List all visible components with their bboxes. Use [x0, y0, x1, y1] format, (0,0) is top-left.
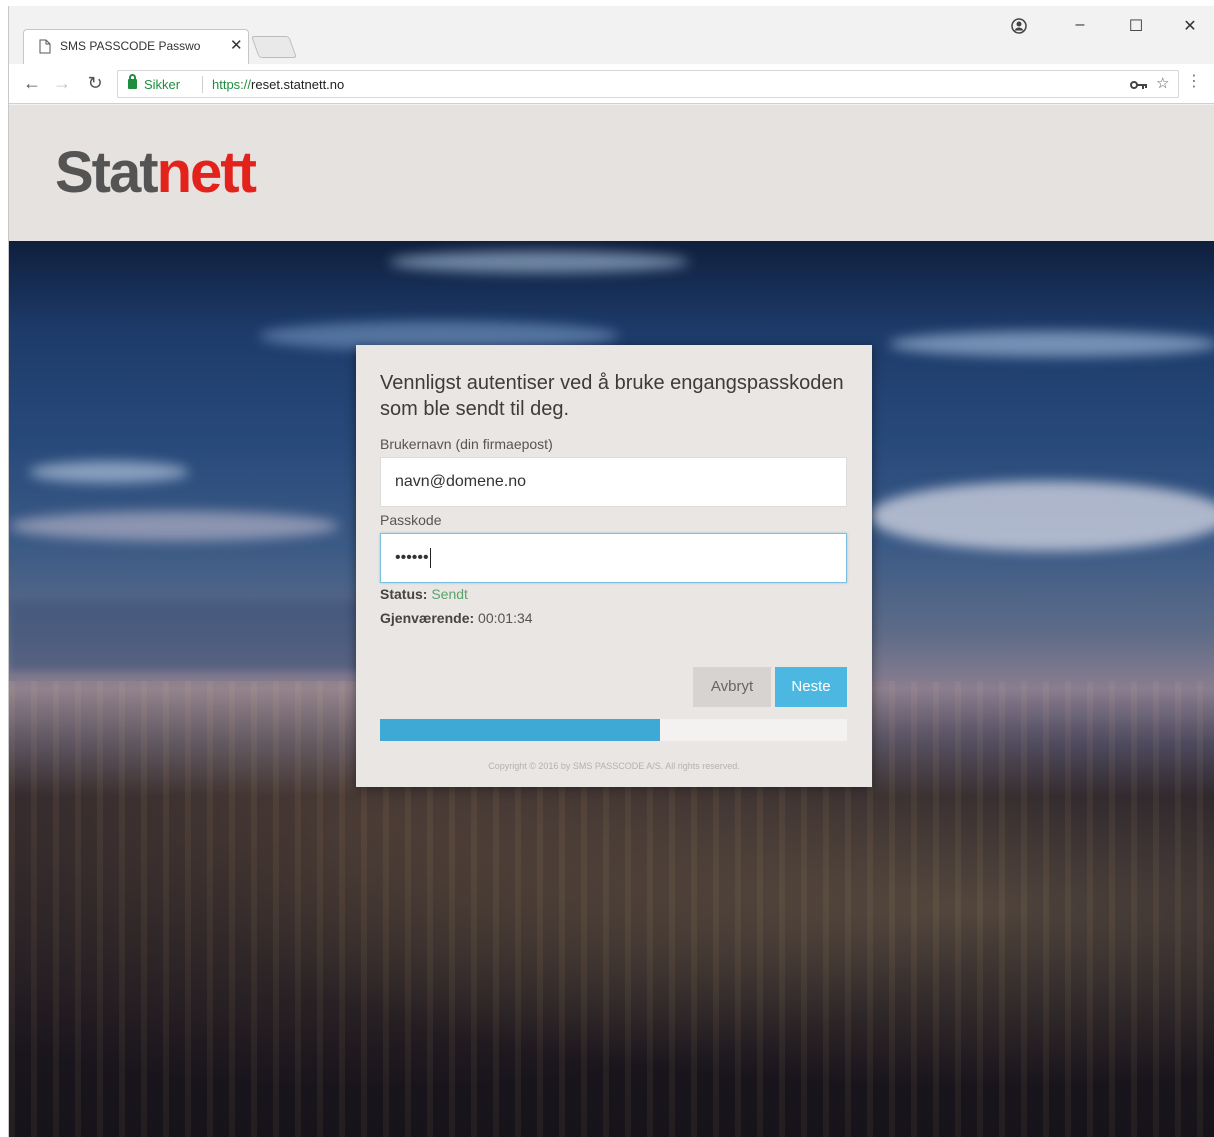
status-row: Status: Sendt: [380, 586, 468, 602]
address-bar[interactable]: Sikker https://reset.statnett.no ☆: [117, 70, 1179, 98]
menu-icon[interactable]: ⋮: [1186, 74, 1202, 90]
back-icon[interactable]: ←: [21, 72, 43, 94]
dialog-title: Vennligst autentiser ved å bruke engangs…: [380, 372, 844, 420]
remaining-label: Gjenværende:: [380, 610, 475, 626]
cloud: [869, 481, 1214, 551]
profile-icon[interactable]: [1011, 18, 1027, 34]
cloud: [9, 511, 339, 541]
forward-icon[interactable]: →: [51, 72, 73, 94]
next-button[interactable]: Neste: [775, 667, 847, 707]
passcode-field[interactable]: ••••••: [380, 533, 847, 583]
tab-strip: SMS PASSCODE Passwo ✕ – ☐ ✕: [9, 6, 1214, 64]
maximize-button[interactable]: ☐: [1121, 16, 1151, 36]
key-icon[interactable]: [1130, 79, 1148, 91]
url-text[interactable]: https://reset.statnett.no: [212, 77, 344, 92]
logo-nett: nett: [156, 140, 257, 205]
remaining-row: Gjenværende: 00:01:34: [380, 610, 533, 626]
cloud: [29, 461, 189, 483]
authentication-dialog: Vennligst autentiser ved å bruke engangs…: [356, 345, 872, 787]
passcode-label: Passkode: [380, 512, 442, 528]
cloud: [389, 251, 689, 273]
status-label: Status:: [380, 586, 428, 602]
cloud: [889, 331, 1214, 357]
new-tab-button[interactable]: [250, 36, 298, 58]
tab-close-icon[interactable]: ✕: [230, 36, 243, 56]
browser-window: SMS PASSCODE Passwo ✕ – ☐ ✕ ← → ↻ Sikker…: [8, 6, 1214, 1137]
username-label: Brukernavn (din firmaepost): [380, 436, 553, 452]
url-host: reset.statnett.no: [251, 77, 345, 92]
text-caret: [429, 547, 431, 568]
passcode-value: ••••••: [395, 549, 429, 566]
copyright-text: Copyright © 2016 by SMS PASSCODE A/S. Al…: [488, 761, 740, 771]
address-separator: [202, 76, 203, 93]
tab-title: SMS PASSCODE Passwo: [60, 39, 201, 53]
lock-icon: [128, 74, 137, 89]
reload-icon[interactable]: ↻: [84, 72, 106, 94]
progress-bar: [380, 719, 847, 741]
cancel-button[interactable]: Avbryt: [693, 667, 771, 707]
page-content: Statnett Vennligst autentiser ved å bruk…: [9, 105, 1214, 1137]
browser-tab[interactable]: SMS PASSCODE Passwo ✕: [23, 29, 249, 64]
browser-toolbar: ← → ↻ Sikker https://reset.statnett.no ☆…: [9, 64, 1214, 104]
minimize-button[interactable]: –: [1065, 16, 1095, 34]
page-icon: [39, 39, 51, 54]
status-value: Sendt: [431, 586, 468, 602]
star-icon[interactable]: ☆: [1156, 74, 1169, 92]
progress-bar-fill: [380, 719, 661, 741]
remaining-value: 00:01:34: [478, 610, 533, 626]
url-scheme: https://: [212, 77, 252, 92]
logo-stat: Stat: [55, 140, 159, 205]
close-window-button[interactable]: ✕: [1175, 16, 1205, 36]
statnett-logo: Statnett: [55, 139, 257, 206]
site-header: Statnett: [9, 105, 1214, 241]
secure-label: Sikker: [144, 77, 181, 92]
username-field[interactable]: navn@domene.no: [380, 457, 847, 507]
